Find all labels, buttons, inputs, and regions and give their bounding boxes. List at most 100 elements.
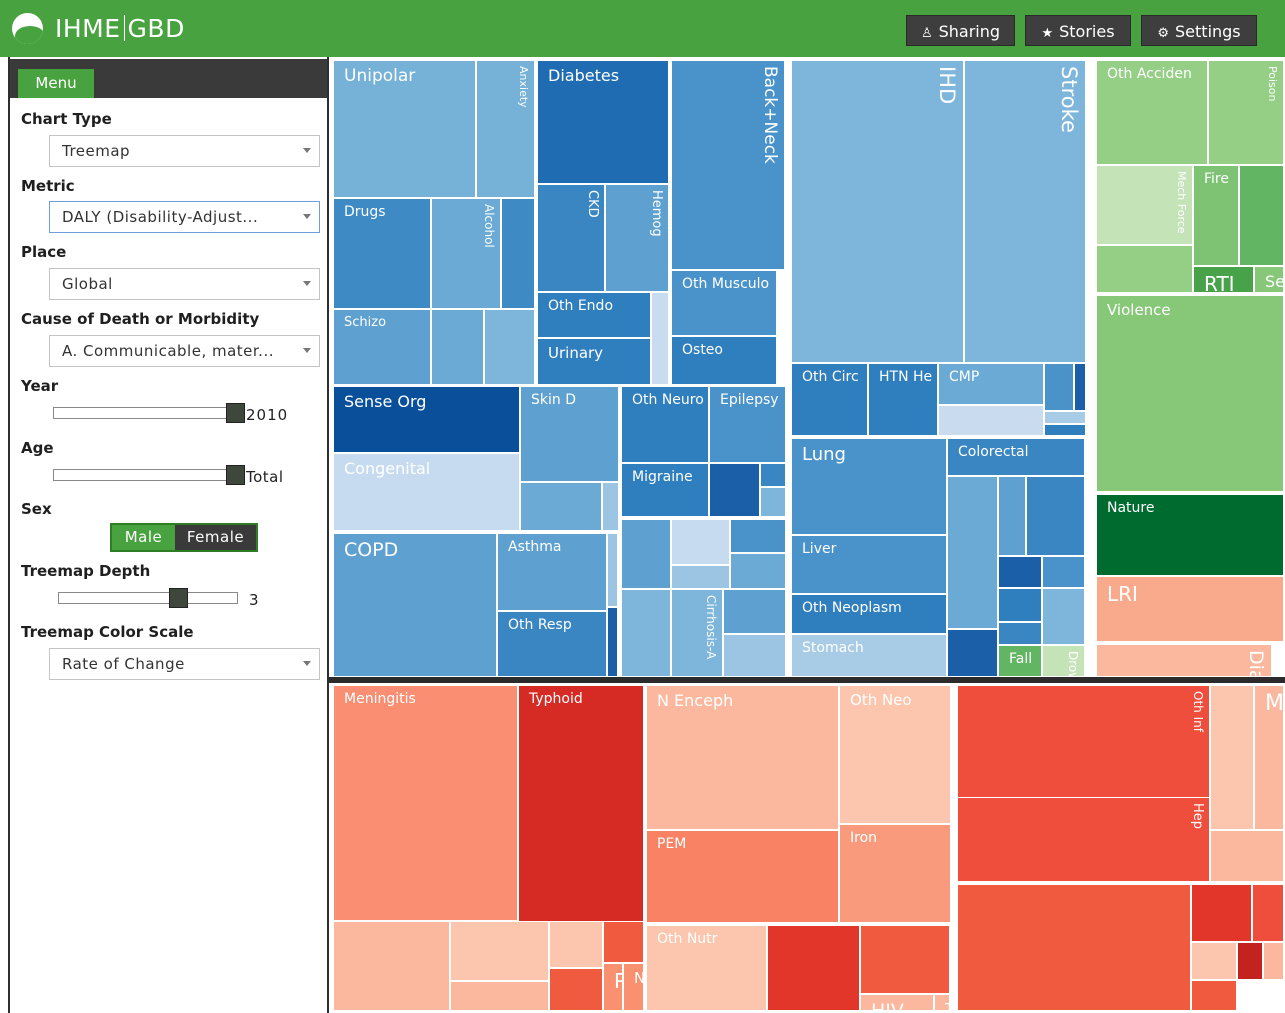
treemap-cell-stomach[interactable]: Stomach — [791, 634, 947, 677]
treemap-cell-schizo[interactable]: Schizo — [333, 309, 431, 385]
color-scale-select[interactable]: Rate of Change — [49, 648, 320, 680]
treemap-cell-n-sepsis[interactable]: N Sepsis — [623, 963, 644, 1011]
treemap-cell-colorectal[interactable]: Colorectal — [947, 438, 1085, 476]
treemap-cell-osteo[interactable]: Osteo — [671, 336, 777, 385]
treemap-cell-pem[interactable]: PEM — [646, 830, 839, 923]
treemap-cell-oth-neoplasm[interactable]: Oth Neoplasm — [791, 594, 947, 634]
treemap-cell-endo-small[interactable] — [651, 292, 669, 385]
treemap-cell-misc-4[interactable] — [671, 565, 730, 589]
treemap-cell-neo-small-9[interactable] — [947, 629, 998, 677]
treemap-cell-diar-small-1[interactable] — [333, 921, 450, 1011]
treemap-cell-lri[interactable]: LRI — [1096, 576, 1284, 642]
treemap-cell-malaria[interactable]: Malaria — [1254, 685, 1284, 830]
treemap-cell-fall[interactable]: Fall — [998, 645, 1042, 677]
treemap-cell-misc-7[interactable] — [723, 589, 786, 634]
treemap-cell-misc-2[interactable] — [671, 519, 730, 565]
treemap-cell-inj-small-2[interactable] — [1096, 245, 1193, 293]
age-slider-handle[interactable] — [226, 465, 245, 485]
treemap-cell-self-harm[interactable]: Self-harm — [1254, 266, 1284, 293]
treemap-cell-typhoid[interactable]: Typhoid — [518, 685, 644, 951]
treemap-cell-n-enceph[interactable]: N Enceph — [646, 685, 839, 830]
treemap-cell-circ-small-3[interactable] — [1074, 363, 1086, 411]
treemap-cell-stroke[interactable]: Stroke — [964, 60, 1086, 363]
treemap-cell-drugs[interactable]: Drugs — [333, 198, 431, 309]
sharing-button[interactable]: ♙ Sharing — [906, 15, 1015, 46]
treemap-cell-mal-small-8[interactable] — [1191, 980, 1237, 1011]
cause-select[interactable]: A. Communicable, mater... — [49, 335, 320, 367]
treemap-cell-poison[interactable]: Poison — [1208, 60, 1284, 165]
treemap-cell-inj-small-1[interactable] — [1239, 165, 1284, 266]
treemap-cell-circ-small-2[interactable] — [1044, 363, 1074, 411]
treemap-cell-mal-small-6[interactable] — [1237, 942, 1263, 980]
treemap-cell-back-neck[interactable]: Back+Neck — [671, 60, 785, 270]
treemap-cell-epilepsy[interactable]: Epilepsy — [709, 386, 786, 463]
app-logo[interactable]: IHME GBD — [55, 15, 185, 43]
treemap-cell-oth-neuro[interactable]: Oth Neuro — [621, 386, 709, 463]
treemap-cell-misc-6[interactable] — [621, 589, 671, 677]
treemap-cell-mal-small-7[interactable] — [1263, 942, 1284, 980]
treemap-cell-neo-small-7[interactable] — [1042, 588, 1085, 645]
treemap-cell-mental-small-2[interactable] — [484, 309, 535, 385]
treemap-cell-htn-he[interactable]: HTN He — [868, 363, 938, 436]
treemap-cell-oth-nutr[interactable]: Oth Nutr — [646, 925, 767, 1011]
treemap-cell-oth-acciden[interactable]: Oth Acciden — [1096, 60, 1208, 165]
treemap-cell-nature[interactable]: Nature — [1096, 494, 1284, 576]
treemap-cell-circ-small-4[interactable] — [1044, 411, 1086, 424]
treemap-cell-neo-small-3[interactable] — [1026, 476, 1085, 556]
treemap-cell-migraine[interactable]: Migraine — [621, 463, 709, 517]
treemap-cell-neo-small-4[interactable] — [998, 556, 1042, 588]
treemap-cell-misc-3[interactable] — [730, 519, 786, 553]
treemap-cell-lung[interactable]: Lung — [791, 438, 947, 535]
treemap-cell-mal-small-5[interactable] — [1191, 942, 1237, 980]
treemap-cell-anxiety[interactable]: Anxiety — [476, 60, 535, 198]
treemap-cell-neo-small-1[interactable] — [947, 476, 998, 629]
sex-option-male[interactable]: Male — [112, 525, 175, 550]
treemap-cell-misc-8[interactable] — [723, 634, 786, 677]
treemap-cell-neuro-small-2[interactable] — [760, 463, 786, 487]
treemap-cell-oth-neo[interactable]: Oth Neo — [839, 685, 951, 824]
treemap-cell-oth-circ[interactable]: Oth Circ — [791, 363, 868, 436]
treemap-cell-ihd[interactable]: IHD — [791, 60, 964, 363]
treemap-cell-resp-small-2[interactable] — [607, 607, 618, 677]
place-select[interactable]: Global — [49, 268, 320, 300]
chart-type-select[interactable]: Treemap — [49, 135, 320, 167]
treemap-cell-hep[interactable]: Hep — [957, 797, 1210, 882]
treemap-cell-neuro-small-3[interactable] — [760, 487, 786, 517]
treemap-cell-mech-force[interactable]: Mech Force — [1096, 165, 1193, 245]
treemap-cell-preterm[interactable]: Preterm — [603, 963, 623, 1011]
treemap-cell-oth-endo[interactable]: Oth Endo — [537, 292, 651, 338]
metric-select[interactable]: DALY (Disability-Adjust... — [49, 201, 320, 233]
treemap-cell-diar-small-4[interactable] — [549, 968, 603, 1011]
treemap-cell-neuro-small-1[interactable] — [709, 463, 760, 517]
treemap-cell-violence[interactable]: Violence — [1096, 295, 1284, 492]
treemap-cell-resp-small-1[interactable] — [607, 533, 618, 607]
treemap-cell-mental-small-1[interactable] — [431, 309, 484, 385]
treemap-cell-neo-small-8[interactable] — [998, 622, 1042, 645]
treemap-cell-inf-small-1[interactable] — [1210, 685, 1254, 830]
year-slider-handle[interactable] — [226, 403, 245, 423]
depth-slider-track[interactable] — [58, 592, 238, 604]
treemap-cell-meningitis[interactable]: Meningitis — [333, 685, 518, 921]
treemap-cell-alcohol[interactable]: Alcohol — [431, 198, 501, 309]
treemap-cell-nutr-small-1[interactable] — [767, 925, 860, 1011]
treemap-cell-mal-small-4[interactable] — [1252, 884, 1284, 942]
settings-button[interactable]: ⚙ Settings — [1141, 15, 1257, 46]
treemap-cell-asthma[interactable]: Asthma — [497, 533, 607, 611]
treemap-cell-diar-small-5[interactable] — [450, 981, 549, 1011]
treemap-cell-diabetes[interactable]: Diabetes — [537, 60, 669, 184]
treemap-cell-diar-small-6[interactable] — [603, 921, 644, 963]
treemap-cell-mental-other[interactable] — [501, 198, 535, 309]
treemap-cell-diar-small-3[interactable] — [549, 921, 603, 968]
treemap-cell-copd[interactable]: COPD — [333, 533, 497, 677]
sex-option-female[interactable]: Female — [175, 525, 256, 550]
treemap-cell-skin-d[interactable]: Skin D — [520, 386, 619, 482]
treemap-cell-neo-small-5[interactable] — [1042, 556, 1085, 588]
treemap-cell-urinary[interactable]: Urinary — [537, 338, 651, 385]
treemap-cell-cirrhosis[interactable]: Cirrhosis-A — [671, 589, 723, 677]
treemap-cell-unipolar[interactable]: Unipolar — [333, 60, 476, 198]
treemap-cell-sense-org[interactable]: Sense Org — [333, 386, 520, 453]
treemap-cell-congenital[interactable]: Congenital — [333, 453, 520, 531]
treemap-cell-neo-small-2[interactable] — [998, 476, 1026, 556]
treemap-cell-circ-small-5[interactable] — [1044, 424, 1086, 436]
treemap-cell-oth-resp[interactable]: Oth Resp — [497, 611, 607, 677]
